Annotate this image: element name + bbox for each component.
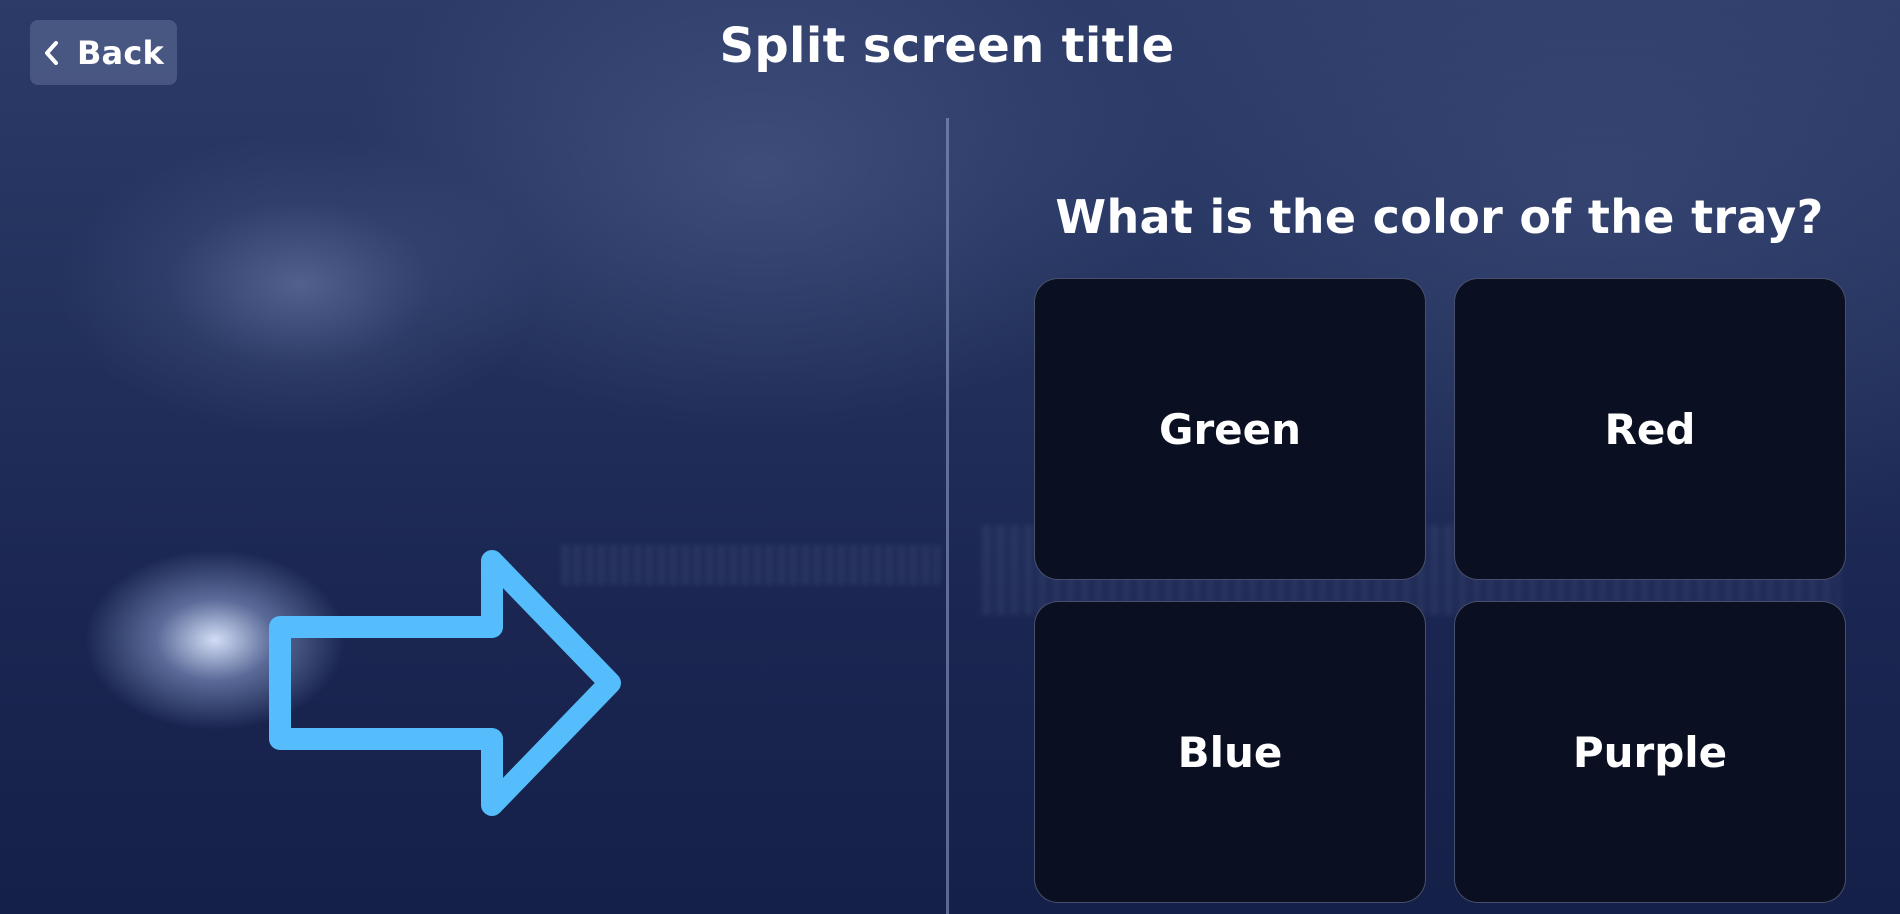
answer-button-red[interactable]: Red [1454,278,1846,580]
answer-button-purple[interactable]: Purple [1454,601,1846,903]
answer-button-blue[interactable]: Blue [1034,601,1426,903]
answer-button-green[interactable]: Green [1034,278,1426,580]
question-text: What is the color of the tray? [1055,190,1824,244]
page-title-container: Split screen title [0,18,1894,74]
page-title: Split screen title [719,18,1175,74]
left-pane [0,118,946,914]
right-pane: What is the color of the tray? Green Red… [949,118,1900,914]
arrow-right-icon [262,543,632,827]
